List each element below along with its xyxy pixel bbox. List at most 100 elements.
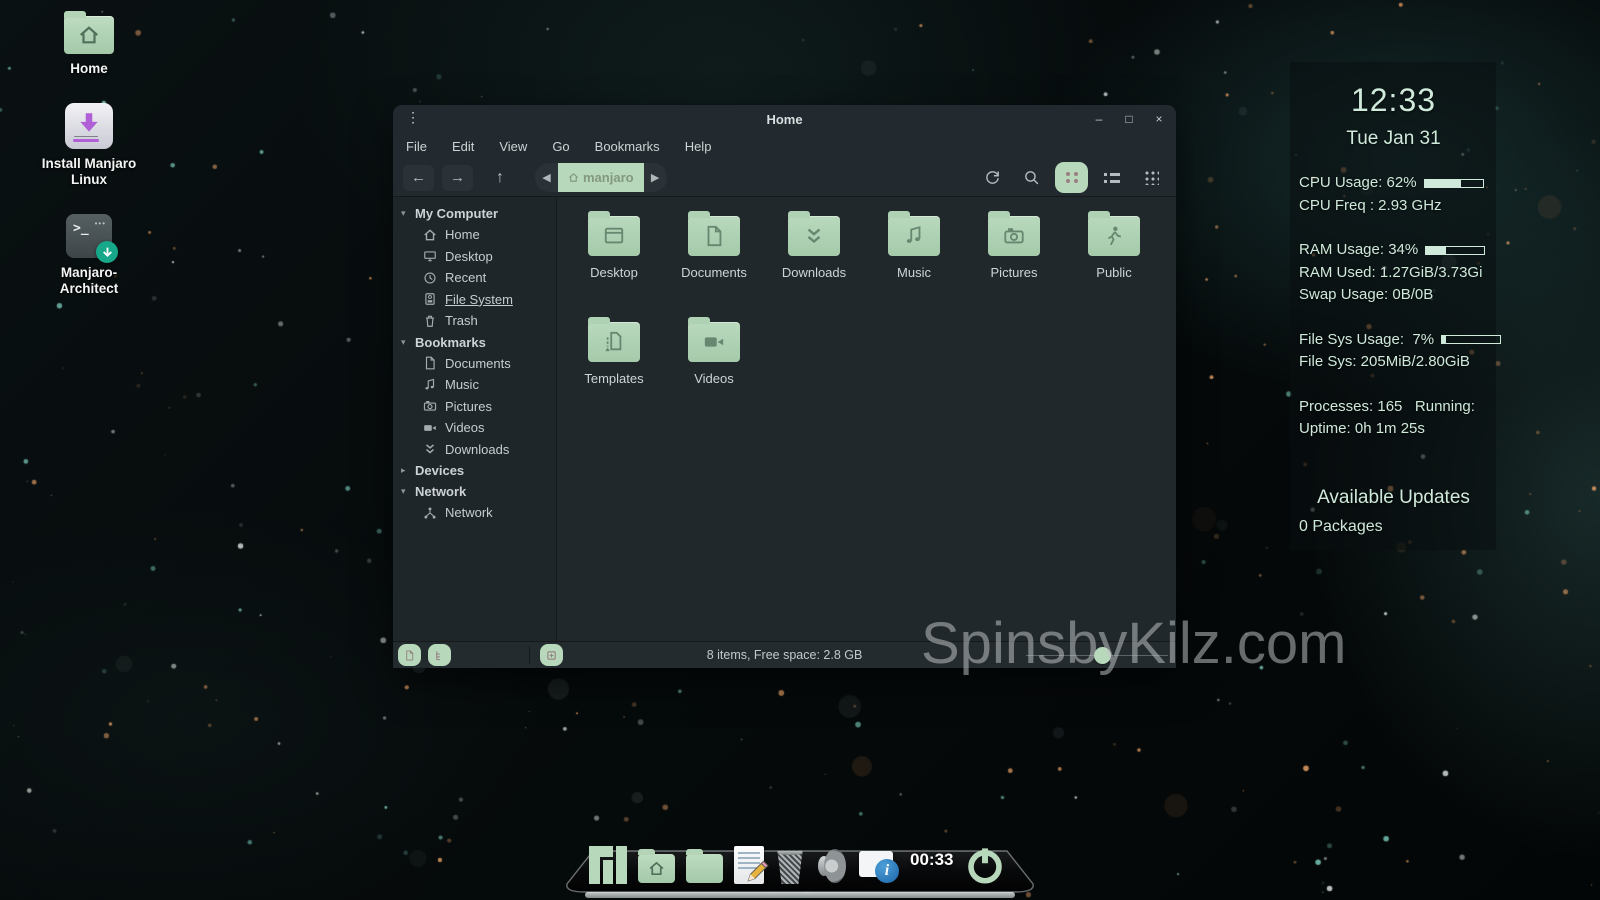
terminal-prompt-glyph: >_ bbox=[73, 221, 89, 236]
menu-help[interactable]: Help bbox=[685, 139, 712, 154]
menu-edit[interactable]: Edit bbox=[452, 139, 474, 154]
sidebar-item-music[interactable]: Music bbox=[393, 374, 556, 396]
network-icon bbox=[423, 506, 437, 520]
updates-count: 0 Packages bbox=[1299, 518, 1488, 536]
desktop-icon-label: Manjaro-Architect bbox=[34, 265, 144, 297]
dock-power-button[interactable] bbox=[964, 844, 1006, 886]
camera-emblem-icon bbox=[1003, 225, 1025, 247]
maximize-button[interactable]: □ bbox=[1122, 112, 1136, 126]
reload-button[interactable] bbox=[977, 164, 1007, 192]
zoom-slider-knob[interactable] bbox=[1094, 647, 1111, 664]
path-scroll-right-icon[interactable]: ▶ bbox=[644, 163, 667, 192]
folder-public[interactable]: Public bbox=[1064, 213, 1164, 319]
plus-box-icon bbox=[546, 650, 557, 661]
sidebar-section-bookmarks[interactable]: ▾ Bookmarks bbox=[393, 332, 556, 353]
sidebar-item-pictures[interactable]: Pictures bbox=[393, 396, 556, 418]
statusbar-divider bbox=[529, 646, 530, 664]
ram-used-line: RAM Used: 1.27GiB/3.73Gi bbox=[1299, 262, 1488, 285]
chevron-down-icon: ▾ bbox=[401, 486, 415, 497]
dock-manjaro-menu-icon[interactable] bbox=[589, 846, 627, 884]
file-icon-view[interactable]: Desktop Documents Downloads Music Pictur… bbox=[557, 197, 1176, 641]
power-icon bbox=[964, 844, 1006, 886]
sidebar-item-file-system[interactable]: File System bbox=[393, 289, 556, 311]
folder-desktop[interactable]: Desktop bbox=[564, 213, 664, 319]
folder-icon bbox=[688, 216, 740, 256]
folder-music[interactable]: Music bbox=[864, 213, 964, 319]
side-pane-toggle-button[interactable] bbox=[428, 644, 451, 666]
sidebar-item-videos[interactable]: Videos bbox=[393, 417, 556, 439]
desktop-icon-area: Home Install Manjaro Linux >_ ••• Manjar… bbox=[34, 8, 144, 323]
double-down-arrow-icon bbox=[423, 442, 437, 456]
desktop-icon-manjaro-architect[interactable]: >_ ••• Manjaro-Architect bbox=[34, 214, 144, 297]
menu-go[interactable]: Go bbox=[552, 139, 569, 154]
uptime-line: Uptime: 0h 1m 25s bbox=[1299, 418, 1488, 441]
terminal-dots: ••• bbox=[95, 219, 106, 228]
info-icon: i bbox=[875, 859, 899, 883]
list-view-button[interactable] bbox=[1097, 164, 1127, 192]
folder-icon bbox=[988, 216, 1040, 256]
close-button[interactable]: × bbox=[1152, 112, 1166, 126]
sidebar-item-network[interactable]: Network bbox=[393, 502, 556, 524]
search-button[interactable] bbox=[1016, 164, 1046, 192]
folder-templates[interactable]: Templates bbox=[564, 319, 664, 425]
folder-videos[interactable]: Videos bbox=[664, 319, 764, 425]
document-icon bbox=[423, 356, 437, 370]
chevron-right-icon: ▸ bbox=[401, 465, 415, 476]
sidebar-item-documents[interactable]: Documents bbox=[393, 353, 556, 375]
desktop-icon-home[interactable]: Home bbox=[34, 16, 144, 77]
back-button[interactable]: ← bbox=[403, 165, 434, 191]
camera-icon bbox=[423, 399, 437, 413]
compact-view-button[interactable] bbox=[1136, 164, 1166, 192]
folder-pictures[interactable]: Pictures bbox=[964, 213, 1064, 319]
menu-bookmarks[interactable]: Bookmarks bbox=[595, 139, 660, 154]
sidebar-section-my-computer[interactable]: ▾ My Computer bbox=[393, 203, 556, 224]
icon-view-button[interactable] bbox=[1055, 162, 1088, 193]
dock-home-folder-icon[interactable] bbox=[638, 854, 675, 883]
dock-volume-icon[interactable] bbox=[816, 847, 848, 885]
document-emblem-icon bbox=[703, 225, 725, 247]
folder-icon bbox=[588, 216, 640, 256]
fs-line: File Sys: 205MiB/2.80GiB bbox=[1299, 351, 1488, 374]
path-bar: ◀ manjaro ▶ bbox=[535, 163, 667, 192]
folder-documents[interactable]: Documents bbox=[664, 213, 764, 319]
menu-file[interactable]: File bbox=[406, 139, 427, 154]
minimize-button[interactable]: – bbox=[1092, 112, 1106, 126]
fs-usage-bar bbox=[1441, 335, 1501, 344]
document-icon bbox=[404, 650, 415, 661]
sidebar-section-network[interactable]: ▾ Network bbox=[393, 481, 556, 502]
new-tab-button[interactable] bbox=[540, 644, 563, 666]
music-note-emblem-icon bbox=[903, 225, 925, 247]
dock-system-info-icon[interactable]: i bbox=[859, 851, 899, 883]
list-view-icon bbox=[1104, 173, 1120, 183]
path-segment-manjaro[interactable]: manjaro bbox=[558, 163, 644, 192]
desktop-icon-install-manjaro[interactable]: Install Manjaro Linux bbox=[34, 103, 144, 188]
path-scroll-left-icon[interactable]: ◀ bbox=[535, 163, 558, 192]
terminal-icon: >_ ••• bbox=[66, 214, 112, 258]
chevron-down-icon: ▾ bbox=[401, 337, 415, 348]
sidebar-item-recent[interactable]: Recent bbox=[393, 267, 556, 289]
template-emblem-icon bbox=[603, 331, 625, 353]
forward-button[interactable]: → bbox=[442, 165, 473, 191]
sidebar-section-devices[interactable]: ▸ Devices bbox=[393, 460, 556, 481]
home-folder-icon bbox=[64, 16, 114, 54]
up-button[interactable]: ↑ bbox=[487, 165, 513, 191]
dock-trash-icon[interactable] bbox=[775, 848, 805, 884]
window-menu-kebab-icon[interactable]: ⋮ bbox=[406, 109, 420, 126]
folder-downloads[interactable]: Downloads bbox=[764, 213, 864, 319]
dock-file-manager-icon[interactable] bbox=[686, 854, 723, 883]
sidebar-item-trash[interactable]: Trash bbox=[393, 310, 556, 332]
sidebar-item-desktop[interactable]: Desktop bbox=[393, 246, 556, 268]
drive-icon bbox=[423, 292, 437, 306]
sidebar-item-home[interactable]: Home bbox=[393, 224, 556, 246]
sidebar-item-downloads[interactable]: Downloads bbox=[393, 439, 556, 461]
zoom-slider[interactable] bbox=[1026, 655, 1168, 656]
dock-text-editor-icon[interactable] bbox=[734, 846, 764, 884]
monitor-icon bbox=[423, 249, 437, 263]
new-document-button[interactable] bbox=[398, 644, 421, 666]
menu-view[interactable]: View bbox=[499, 139, 527, 154]
desktop-icon-label: Home bbox=[34, 61, 144, 77]
cpu-usage-bar bbox=[1424, 179, 1484, 188]
folder-icon bbox=[788, 216, 840, 256]
window-titlebar[interactable]: ⋮ Home – □ × bbox=[393, 105, 1176, 133]
clock-time: 12:33 bbox=[1299, 82, 1488, 119]
